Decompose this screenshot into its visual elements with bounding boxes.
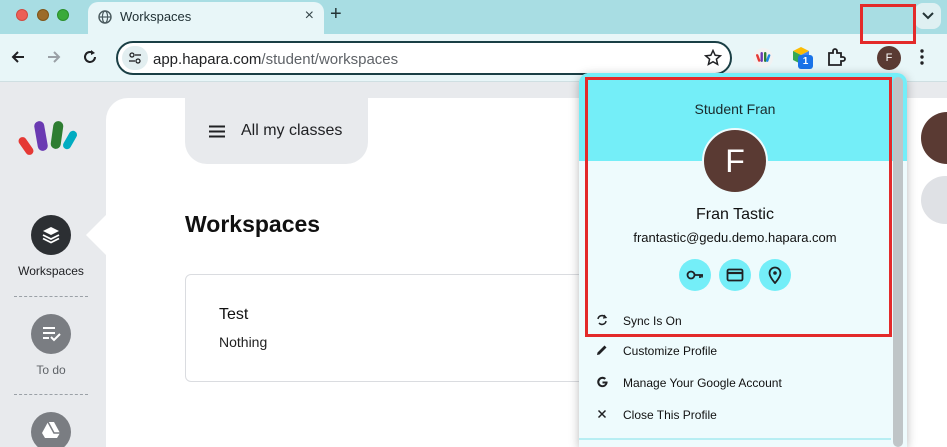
forward-arrow-icon[interactable] — [46, 49, 62, 65]
hapara-logo — [18, 121, 77, 155]
globe-icon — [98, 10, 112, 24]
chevron-down-icon — [922, 12, 934, 20]
options-button[interactable] — [921, 176, 947, 224]
url-domain: app.hapara.com — [153, 51, 262, 68]
menu-item-customize-profile[interactable]: Customize Profile — [579, 337, 897, 365]
new-tab-button[interactable]: + — [330, 3, 342, 26]
user-avatar[interactable] — [921, 112, 947, 164]
menu-item-close-profile[interactable]: Close This Profile — [579, 401, 897, 429]
sidebar-item-label[interactable]: To do — [0, 363, 102, 377]
checklist-icon — [43, 327, 61, 342]
window-close-button[interactable] — [16, 9, 28, 21]
page-title: Workspaces — [185, 211, 321, 237]
window-zoom-button[interactable] — [57, 9, 69, 21]
drive-icon — [42, 421, 60, 438]
google-g-icon — [597, 376, 608, 388]
profile-card-highlight — [585, 77, 892, 337]
pencil-icon — [597, 345, 607, 355]
menu-item-manage-google-account[interactable]: Manage Your Google Account — [579, 369, 897, 397]
extension-badge: 1 — [798, 55, 813, 69]
url-text: app.hapara.com/student/workspaces — [153, 51, 398, 68]
bookmark-star-icon[interactable] — [704, 49, 722, 67]
popup-divider — [579, 438, 891, 440]
sidebar: Workspaces To do — [0, 82, 106, 447]
site-info-button[interactable] — [122, 46, 148, 70]
extensions-puzzle-icon[interactable] — [826, 47, 846, 67]
tune-icon — [129, 52, 141, 64]
profile-button-highlight — [860, 4, 916, 44]
url-path: /student/workspaces — [261, 51, 399, 68]
hapara-extension-icon[interactable] — [752, 47, 774, 69]
class-selector[interactable]: All my classes — [185, 98, 368, 164]
sidebar-divider — [14, 296, 88, 297]
menu-item-label: Close This Profile — [623, 408, 717, 422]
profile-avatar-button[interactable]: F — [877, 46, 901, 70]
sidebar-item-label[interactable]: Workspaces — [0, 264, 102, 278]
menu-item-label: Customize Profile — [623, 344, 718, 358]
tab-workspaces[interactable]: Workspaces × — [88, 2, 324, 34]
window-minimize-button[interactable] — [37, 9, 49, 21]
back-arrow-icon[interactable] — [10, 49, 26, 65]
workspace-card-title: Test — [219, 306, 249, 323]
tab-close-icon[interactable]: × — [305, 7, 314, 25]
tab-search-button[interactable] — [915, 3, 941, 29]
popup-scrollbar[interactable] — [893, 77, 903, 447]
sidebar-divider — [14, 394, 88, 395]
close-icon — [597, 409, 607, 419]
tab-strip: Workspaces × + — [0, 0, 947, 34]
hamburger-menu-icon — [209, 125, 225, 138]
tab-title: Workspaces — [120, 9, 192, 24]
workspace-card-subtitle: Nothing — [219, 334, 268, 350]
address-bar[interactable]: app.hapara.com/student/workspaces — [116, 41, 732, 75]
reload-icon[interactable] — [82, 49, 98, 65]
layers-icon — [42, 227, 60, 244]
class-selector-label: All my classes — [241, 122, 343, 139]
workspace-card[interactable]: Test Nothing — [185, 274, 615, 382]
active-indicator — [86, 215, 106, 255]
menu-item-label: Manage Your Google Account — [623, 376, 782, 390]
sidebar-item-drive[interactable] — [31, 412, 71, 447]
sidebar-item-todo[interactable] — [31, 314, 71, 354]
more-menu-icon[interactable] — [920, 49, 924, 65]
sidebar-item-workspaces[interactable] — [31, 215, 71, 255]
